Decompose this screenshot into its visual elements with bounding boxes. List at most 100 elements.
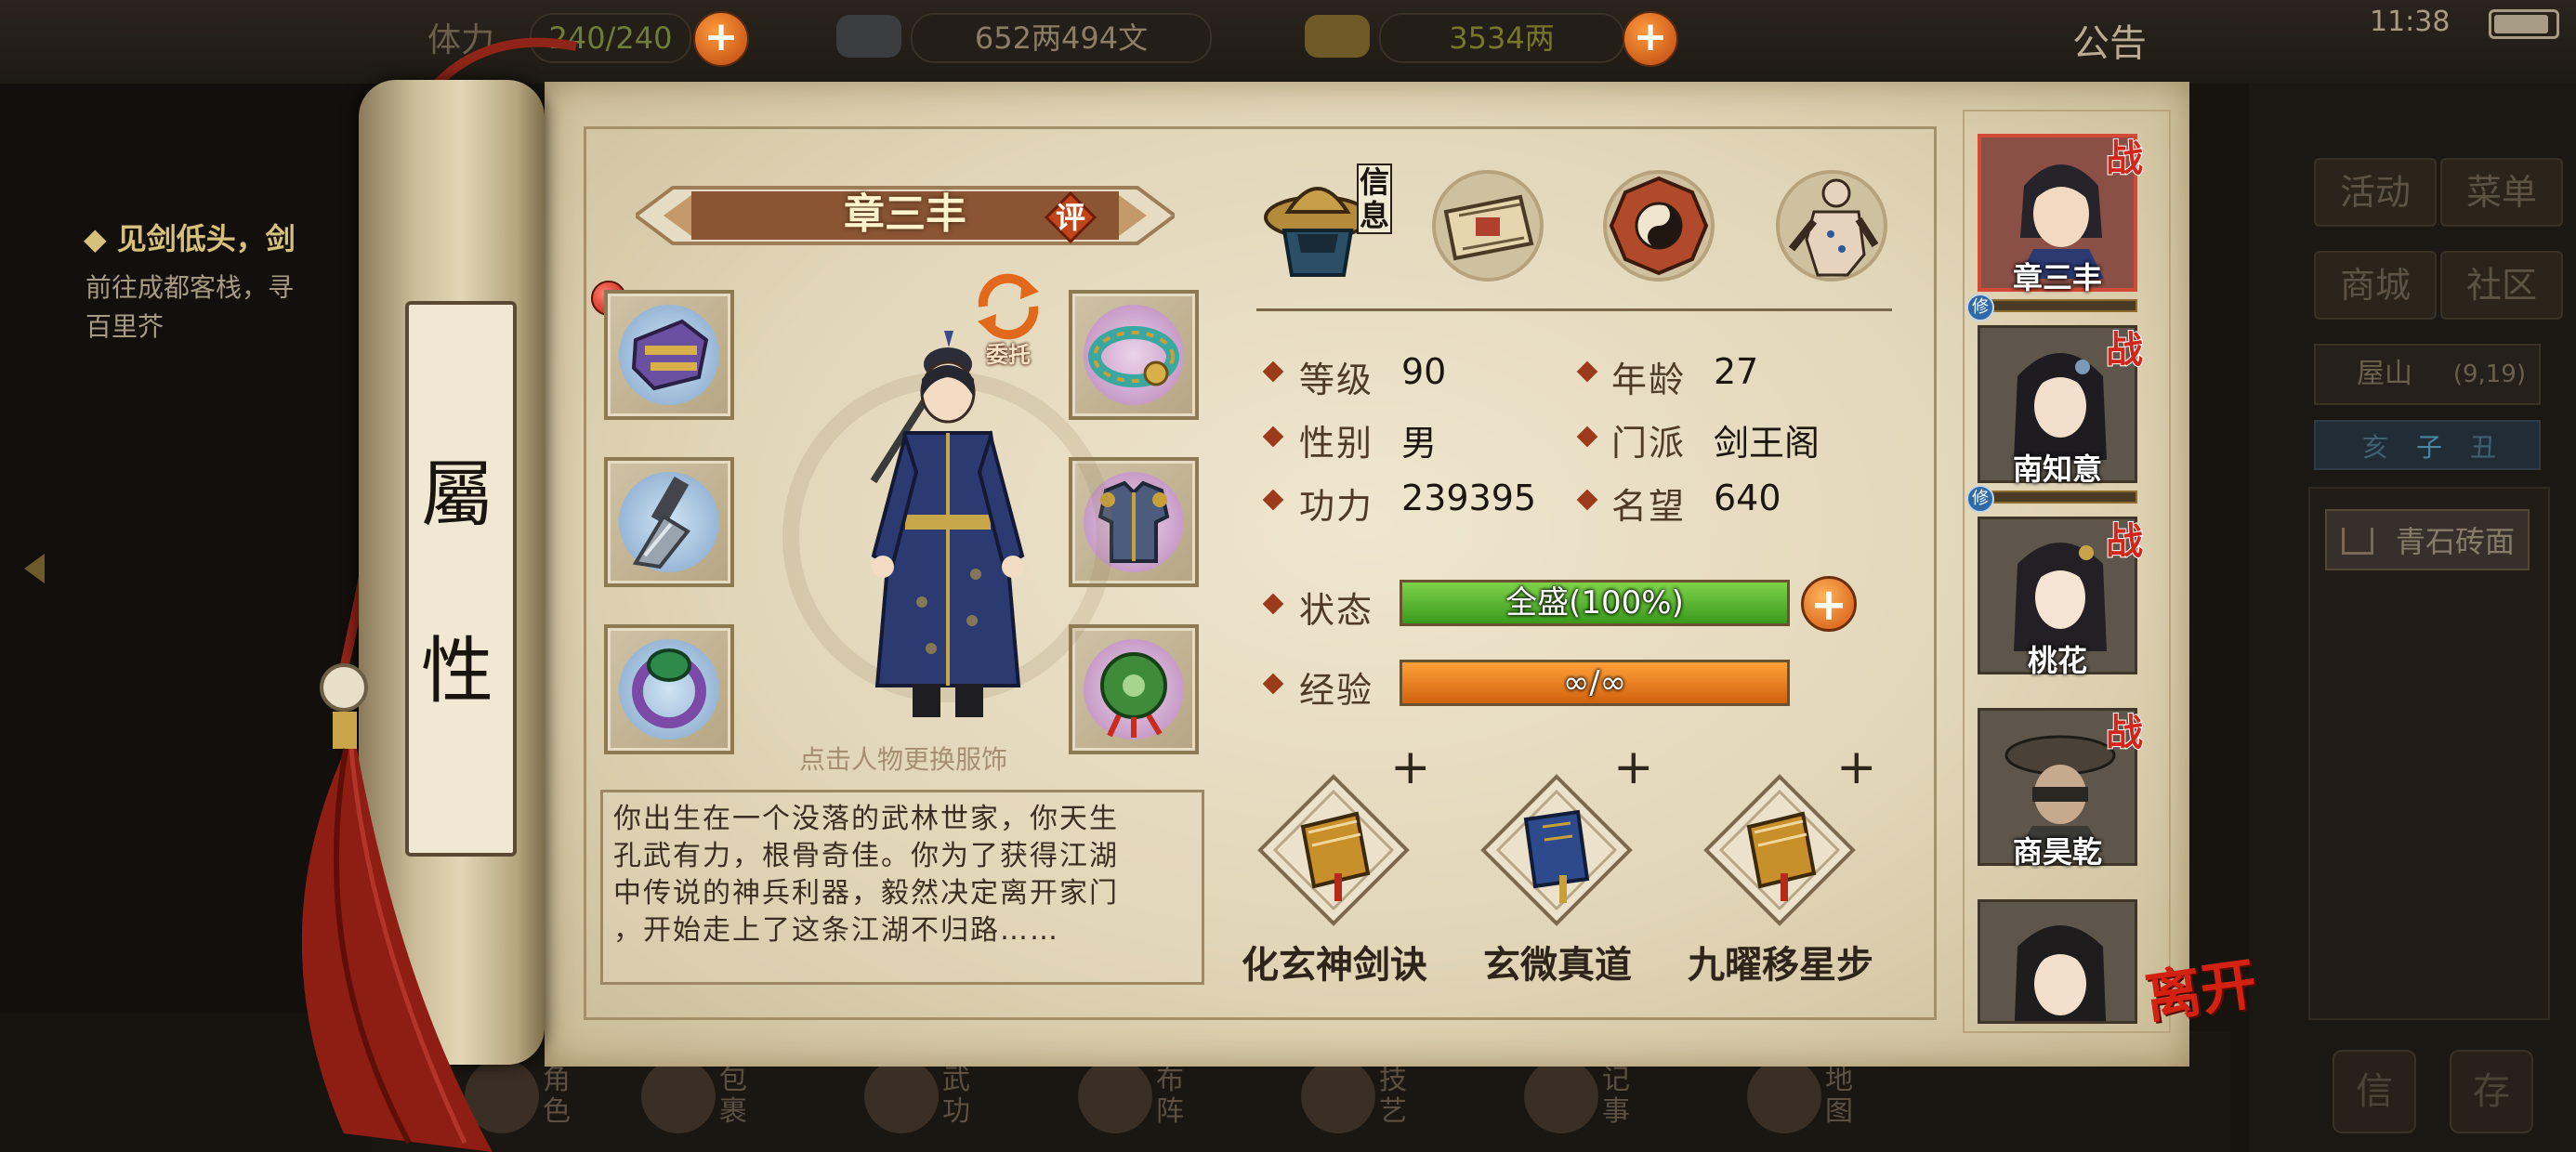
body-meridian-icon[interactable] [1771, 165, 1892, 286]
jade-belt-icon [1088, 326, 1179, 387]
gender-label: 性别 [1299, 423, 1374, 464]
blade-icon [632, 476, 690, 569]
age-label: 年龄 [1611, 360, 1687, 400]
nav-formation[interactable]: 布阵 [1078, 1059, 1217, 1152]
skill-name: 化玄神剑诀 [1242, 944, 1427, 987]
craft-icon [1301, 1059, 1375, 1133]
journal-icon [1524, 1059, 1598, 1133]
skill-slot-2[interactable] [1478, 771, 1636, 929]
nav-journal[interactable]: 记事 [1524, 1059, 1663, 1152]
roster-name: 章三丰 [2012, 260, 2102, 295]
add-stamina-button[interactable]: + [693, 11, 749, 67]
bag-icon [641, 1059, 716, 1133]
add-skill-button[interactable]: + [1613, 743, 1654, 792]
silver-ingot-icon [1305, 15, 1370, 58]
formation-icon [1078, 1059, 1152, 1133]
nav-martial[interactable]: 武功 [864, 1059, 1004, 1152]
tile-name: 青石砖面 [2395, 524, 2515, 559]
shop-button[interactable]: 商城 [2314, 251, 2437, 320]
battle-badge-icon: 战 [2105, 137, 2144, 181]
nav-craft[interactable]: 技艺 [1301, 1059, 1440, 1152]
skill-name: 九曜移星步 [1688, 944, 1873, 987]
exp-label: 经验 [1299, 670, 1374, 711]
sect-value: 剑王阁 [1714, 423, 1820, 464]
power-value: 239395 [1401, 478, 1537, 518]
time-char: 子 [2416, 432, 2443, 463]
nav-label: 布阵 [1156, 1064, 1184, 1128]
battle-badge-icon: 战 [2105, 328, 2144, 373]
map-icon [1747, 1059, 1821, 1133]
roster-name: 南知意 [2012, 452, 2102, 487]
level-label: 等级 [1299, 360, 1374, 400]
location-box: 屋山 (9,19) [2314, 344, 2541, 405]
tab-info-label[interactable]: 信息 [1357, 164, 1392, 234]
time-of-day-box: 亥 子 丑 [2314, 420, 2541, 470]
jade-ring-icon [632, 648, 706, 728]
gauntlet-icon [631, 319, 709, 391]
exp-text: ∞/∞ [1562, 664, 1627, 701]
jade-pendant-icon [1100, 652, 1167, 738]
tile-chip[interactable]: 青石砖面 [2325, 509, 2530, 570]
equip-slot-gloves[interactable] [604, 290, 734, 420]
location-coord: (9,19) [2452, 360, 2526, 388]
tassel-icon [301, 663, 493, 1152]
roster-card[interactable] [1978, 899, 2137, 1024]
equip-slot-amulet[interactable] [1069, 624, 1199, 754]
add-skill-button[interactable]: + [1836, 743, 1877, 792]
gender-value: 男 [1401, 423, 1438, 464]
roster-name: 桃花 [2027, 643, 2087, 678]
house-icon [2342, 528, 2373, 555]
letter-button[interactable]: 信 [2333, 1050, 2416, 1133]
skill-slot-3[interactable] [1701, 771, 1859, 929]
scroll-map-icon[interactable] [1427, 165, 1548, 286]
leave-button[interactable]: 离开 [2141, 951, 2280, 1101]
rate-button[interactable]: 评 [1045, 191, 1097, 243]
quest-title[interactable]: ◆ 见剑低头，剑 [84, 216, 296, 258]
copper-ingot-icon [836, 15, 901, 58]
bio-line: ，开始走上了这条江湖不归路…… [613, 914, 1059, 947]
nav-bag[interactable]: 包裹 [641, 1059, 781, 1152]
bio-line: 中传说的神兵利器，毅然决定离开家门 [613, 877, 1119, 910]
activity-button[interactable]: 活动 [2314, 158, 2437, 227]
announcement-button[interactable]: 公告 [2072, 13, 2147, 67]
nav-label: 包裹 [719, 1064, 747, 1128]
collapse-arrow-icon[interactable] [24, 554, 45, 583]
community-button[interactable]: 社区 [2440, 251, 2563, 320]
battle-badge-text: 战 [2106, 329, 2143, 372]
training-badge: 修 [1966, 485, 1994, 513]
save-button[interactable]: 存 [2450, 1050, 2533, 1133]
training-bar [1978, 299, 2137, 312]
exp-bar: ∞/∞ [1400, 660, 1790, 706]
nav-label: 技艺 [1379, 1064, 1407, 1128]
add-skill-button[interactable]: + [1390, 743, 1431, 792]
equip-slot-belt[interactable] [1069, 290, 1199, 420]
age-value: 27 [1714, 351, 1759, 392]
equip-slot-ring[interactable] [604, 624, 734, 754]
sect-label: 门派 [1611, 423, 1687, 464]
nav-label: 记事 [1602, 1064, 1630, 1128]
nav-map[interactable]: 地图 [1747, 1059, 1886, 1152]
bagua-icon[interactable] [1598, 165, 1719, 286]
training-badge: 修 [1966, 294, 1994, 321]
skill-slot-1[interactable] [1255, 771, 1413, 929]
battle-badge-icon: 战 [2105, 519, 2144, 564]
roster-name: 商昊乾 [2012, 834, 2102, 870]
equip-slot-weapon[interactable] [604, 457, 734, 587]
fame-label: 名望 [1611, 486, 1687, 527]
menu-button[interactable]: 菜单 [2440, 158, 2563, 227]
time-char: 亥 [2362, 432, 2389, 463]
silver-value: 3534两 [1379, 13, 1624, 63]
battle-badge-text: 战 [2106, 712, 2143, 754]
power-label: 功力 [1299, 486, 1374, 527]
status-label: 状态 [1299, 590, 1374, 631]
martial-icon [864, 1059, 939, 1133]
character-figure[interactable] [808, 323, 1087, 723]
restore-status-button[interactable]: + [1801, 576, 1857, 632]
fame-value: 640 [1714, 478, 1781, 518]
status-bar: 全盛(100%) [1400, 580, 1790, 626]
training-bar [1978, 491, 2137, 504]
add-silver-button[interactable]: + [1623, 11, 1678, 67]
change-outfit-hint: 点击人物更换服饰 [798, 744, 1007, 775]
nav-label: 地图 [1825, 1064, 1853, 1128]
panel-title: 屬 [420, 453, 493, 537]
